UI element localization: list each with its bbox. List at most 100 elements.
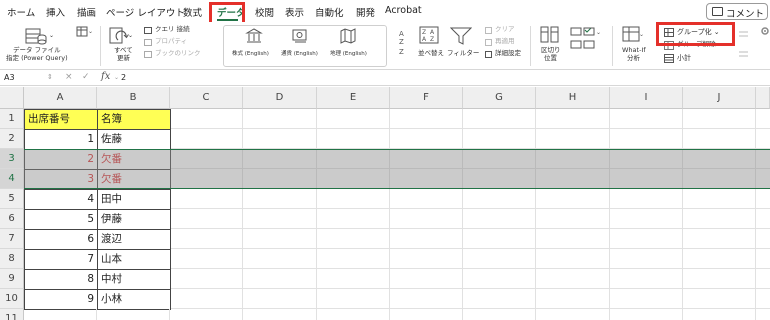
- column-header-a[interactable]: A: [24, 87, 97, 109]
- row-header-10[interactable]: 10: [0, 289, 24, 309]
- filter-button[interactable]: フィルター: [447, 49, 479, 58]
- stocks-icon[interactable]: [245, 28, 263, 44]
- column-header-e[interactable]: E: [317, 87, 390, 109]
- insert-function-button[interactable]: fx: [101, 71, 110, 82]
- ribbon-tab-bar: ホーム 挿入 描画 ページ レイアウト 数式 データ 校閲 表示 自動化 開発 …: [0, 0, 770, 22]
- data-tools-icons[interactable]: ⌄: [570, 27, 604, 57]
- confirm-entry-icon[interactable]: ✓: [82, 72, 90, 82]
- name-box-dropdown-icon[interactable]: ⇕: [47, 73, 53, 81]
- name-box[interactable]: A3: [4, 73, 15, 82]
- subtotal-button[interactable]: 小計: [677, 54, 691, 62]
- currencies-icon[interactable]: [291, 28, 309, 44]
- sort-button[interactable]: 並べ替え: [418, 49, 444, 58]
- subtotal-icon: [664, 54, 674, 63]
- text-to-columns-icon[interactable]: [540, 26, 560, 44]
- row-header-6[interactable]: 6: [0, 209, 24, 229]
- text-to-columns-label-2: 位置: [544, 54, 557, 62]
- tab-insert[interactable]: 挿入: [46, 5, 65, 19]
- column-header-h[interactable]: H: [536, 87, 610, 109]
- advanced-filter-button[interactable]: 詳細設定: [495, 49, 521, 58]
- svg-text:⌄: ⌄: [596, 29, 601, 36]
- stocks-button[interactable]: 株式 (English): [232, 51, 269, 58]
- cell-b11[interactable]: [97, 309, 170, 320]
- refresh-all-icon[interactable]: [108, 26, 130, 46]
- tab-review[interactable]: 校閲: [255, 5, 274, 19]
- column-header-b[interactable]: B: [97, 87, 170, 109]
- queries-connections-icon: [144, 27, 152, 34]
- row-header-1[interactable]: 1: [0, 109, 24, 129]
- tab-acrobat[interactable]: Acrobat: [385, 5, 422, 16]
- cell-b2[interactable]: 佐藤: [97, 129, 171, 150]
- queries-connections-button[interactable]: クエリ 接続: [155, 25, 190, 34]
- cell-a1[interactable]: 出席番号: [24, 109, 98, 130]
- svg-text:Z: Z: [430, 36, 434, 43]
- row-header-7[interactable]: 7: [0, 229, 24, 249]
- clear-button[interactable]: クリア: [495, 25, 515, 34]
- from-table-icon[interactable]: ⌄: [76, 26, 92, 38]
- geography-icon[interactable]: [339, 28, 357, 44]
- cell-b9[interactable]: 中村: [97, 269, 171, 290]
- properties-icon: [144, 39, 152, 46]
- cell-b10[interactable]: 小林: [97, 289, 171, 310]
- currencies-button[interactable]: 通貨 (English): [281, 51, 318, 58]
- edit-links-button[interactable]: ブックのリンク: [155, 49, 201, 58]
- row-header-4[interactable]: 4: [0, 169, 24, 189]
- column-header-k[interactable]: [756, 87, 770, 109]
- row-header-5[interactable]: 5: [0, 189, 24, 209]
- sort-az-icon[interactable]: A Z Z: [399, 27, 411, 57]
- refresh-dropdown-arrow[interactable]: ⌄: [128, 32, 133, 39]
- comment-button[interactable]: コメント: [706, 3, 768, 20]
- formula-input[interactable]: 2: [121, 73, 126, 82]
- sort-icon[interactable]: Z A A Z: [419, 26, 439, 44]
- row-header-8[interactable]: 8: [0, 249, 24, 269]
- cell-b1[interactable]: 名簿: [97, 109, 171, 130]
- column-header-j[interactable]: J: [683, 87, 756, 109]
- cell-a11[interactable]: [24, 309, 97, 320]
- cell-a5[interactable]: 4: [24, 189, 98, 210]
- tab-view[interactable]: 表示: [285, 5, 304, 19]
- column-header-g[interactable]: G: [463, 87, 536, 109]
- advanced-filter-icon: [485, 51, 492, 58]
- cell-a10[interactable]: 9: [24, 289, 98, 310]
- geography-button[interactable]: 地理 (English): [330, 51, 367, 58]
- cell-b8[interactable]: 山本: [97, 249, 171, 270]
- empty-cells-area[interactable]: [170, 109, 770, 320]
- selected-rows-3-4: [24, 149, 770, 189]
- reapply-button[interactable]: 再適用: [495, 37, 515, 46]
- filter-icon[interactable]: [450, 27, 472, 45]
- what-if-analysis-icon[interactable]: ⌄: [622, 26, 644, 44]
- column-header-i[interactable]: I: [610, 87, 683, 109]
- tab-formulas[interactable]: 数式: [183, 5, 202, 19]
- get-data-dropdown-arrow[interactable]: ⌄: [49, 32, 54, 39]
- cell-b6[interactable]: 伊藤: [97, 209, 171, 230]
- refresh-label-2: 更新: [117, 54, 130, 62]
- tab-developer[interactable]: 開発: [356, 5, 375, 19]
- svg-text:Z: Z: [399, 38, 404, 46]
- column-header-d[interactable]: D: [243, 87, 317, 109]
- row-header-9[interactable]: 9: [0, 269, 24, 289]
- row-header-3[interactable]: 3: [0, 149, 24, 169]
- tab-page-layout[interactable]: ページ レイアウト: [106, 5, 185, 19]
- cell-a9[interactable]: 8: [24, 269, 98, 290]
- row-header-2[interactable]: 2: [0, 129, 24, 149]
- column-header-c[interactable]: C: [170, 87, 243, 109]
- tab-automate[interactable]: 自動化: [315, 5, 344, 19]
- cell-a7[interactable]: 6: [24, 229, 98, 250]
- tab-home[interactable]: ホーム: [7, 5, 35, 19]
- cell-a6[interactable]: 5: [24, 209, 98, 230]
- reapply-icon: [485, 39, 492, 46]
- cell-a8[interactable]: 7: [24, 249, 98, 270]
- properties-button[interactable]: プロパティ: [155, 37, 187, 46]
- tab-draw[interactable]: 描画: [77, 5, 96, 19]
- what-if-label-2: 分析: [627, 54, 640, 62]
- row-header-11[interactable]: 11: [0, 309, 24, 320]
- get-data-icon[interactable]: [24, 26, 48, 46]
- cancel-entry-icon[interactable]: ×: [65, 72, 73, 82]
- cell-b7[interactable]: 渡辺: [97, 229, 171, 250]
- column-header-f[interactable]: F: [390, 87, 463, 109]
- cell-b5[interactable]: 田中: [97, 189, 171, 210]
- outline-settings-icon[interactable]: [738, 30, 750, 60]
- cell-a2[interactable]: 1: [24, 129, 98, 150]
- select-all-corner[interactable]: [0, 87, 24, 109]
- gear-icon[interactable]: [760, 26, 770, 36]
